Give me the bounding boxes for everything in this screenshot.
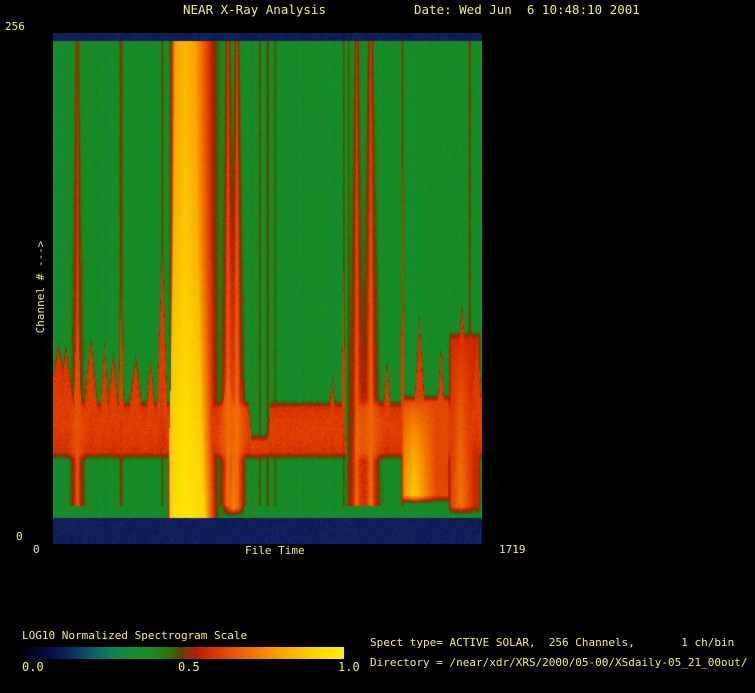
x-axis-min-tick: 0 (33, 544, 40, 556)
x-axis-label: File Time (245, 545, 305, 557)
colorbar-gradient (22, 647, 344, 659)
near-xray-analysis-window: NEAR X-Ray Analysis Date: Wed Jun 6 10:4… (0, 0, 755, 693)
y-axis-max-tick: 256 (5, 21, 25, 33)
page-title: NEAR X-Ray Analysis (183, 3, 326, 17)
spectrogram-heatmap (53, 33, 482, 544)
directory-info: Directory = /near/xdr/XRS/2000/05-00/XSd… (370, 657, 748, 669)
colorbar-tick-0: 0.0 (22, 661, 44, 674)
colorbar-tick-1: 1.0 (338, 661, 360, 674)
y-axis-min-tick: 0 (16, 531, 23, 543)
date-label: Date: Wed Jun 6 10:48:10 2001 (414, 3, 640, 17)
colorbar-title: LOG10 Normalized Spectrogram Scale (22, 630, 247, 642)
spect-type-info: Spect type= ACTIVE SOLAR, 256 Channels, … (370, 637, 734, 649)
y-axis-label: Channel # ---> (35, 202, 47, 372)
colorbar-tick-05: 0.5 (178, 661, 200, 674)
x-axis-max-tick: 1719 (499, 544, 526, 556)
